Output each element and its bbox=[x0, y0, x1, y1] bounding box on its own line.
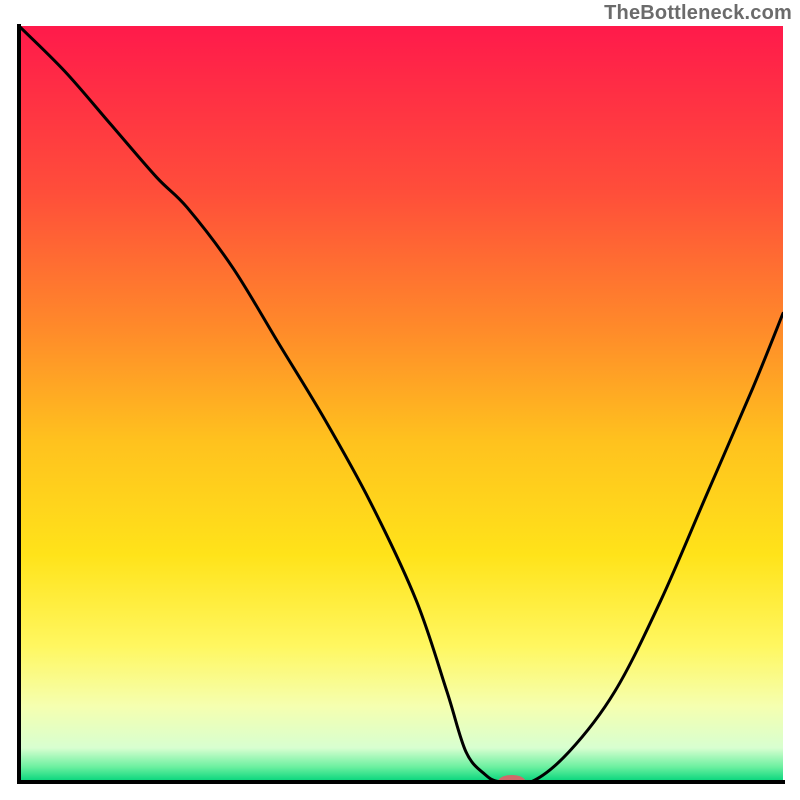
bottleneck-chart bbox=[0, 0, 800, 800]
plot-background bbox=[19, 26, 783, 782]
chart-stage: TheBottleneck.com bbox=[0, 0, 800, 800]
